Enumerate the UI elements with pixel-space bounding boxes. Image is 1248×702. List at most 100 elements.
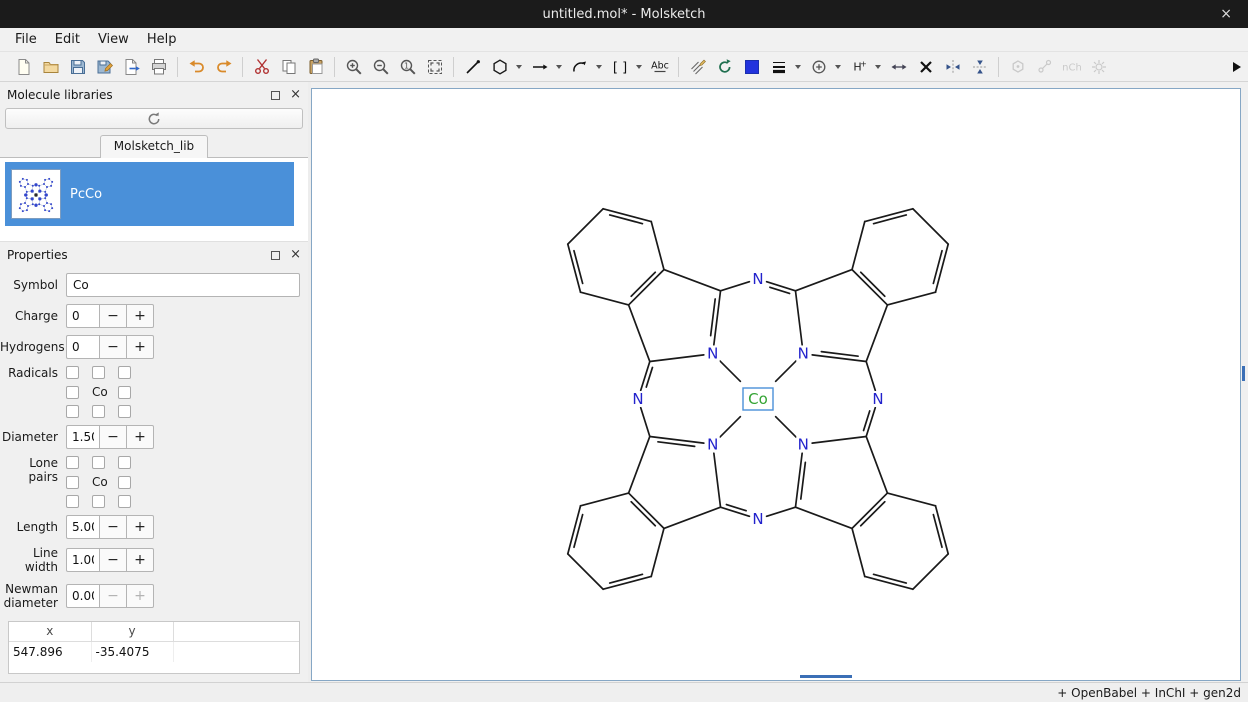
align-tool[interactable] bbox=[885, 54, 912, 80]
coordinate-x-cell[interactable]: 547.896 bbox=[9, 642, 91, 662]
line-width-tool[interactable] bbox=[765, 54, 792, 80]
lone-pair-checkbox[interactable] bbox=[66, 476, 79, 489]
nitrogen-atom-label[interactable]: N bbox=[707, 345, 718, 363]
newman-diameter-value-input[interactable] bbox=[66, 584, 100, 608]
nitrogen-atom-label[interactable]: N bbox=[872, 390, 883, 408]
menu-file[interactable]: File bbox=[6, 28, 46, 51]
charge-tool[interactable] bbox=[805, 54, 832, 80]
length-increment-button[interactable]: + bbox=[127, 515, 154, 539]
reaction-arrow-tool[interactable] bbox=[526, 54, 553, 80]
bond[interactable] bbox=[861, 272, 885, 296]
bond[interactable] bbox=[651, 528, 664, 576]
text-tool[interactable]: Abc bbox=[646, 54, 673, 80]
bond[interactable] bbox=[821, 352, 858, 357]
line-width-tool-dropdown[interactable] bbox=[792, 54, 803, 80]
lone-pair-checkbox[interactable] bbox=[66, 495, 79, 508]
bond[interactable] bbox=[887, 493, 935, 506]
charge-increment-button[interactable]: + bbox=[127, 304, 154, 328]
bond[interactable] bbox=[631, 272, 655, 296]
window-close-button[interactable]: × bbox=[1212, 0, 1240, 28]
menu-help[interactable]: Help bbox=[138, 28, 186, 51]
bond[interactable] bbox=[776, 361, 797, 382]
drawing-canvas[interactable]: NNNNNNNNCo bbox=[311, 88, 1241, 681]
export-button[interactable] bbox=[118, 54, 145, 80]
save-as-button[interactable] bbox=[91, 54, 118, 80]
bond[interactable] bbox=[641, 362, 650, 391]
bond[interactable] bbox=[581, 493, 629, 506]
hydrogen-tool[interactable]: H+ bbox=[845, 54, 872, 80]
lone-pair-checkbox[interactable] bbox=[92, 456, 105, 469]
bond[interactable] bbox=[629, 305, 650, 362]
bond[interactable] bbox=[767, 282, 796, 291]
line-width-decrement-button[interactable]: − bbox=[100, 548, 127, 572]
lone-pair-checkbox[interactable] bbox=[118, 476, 131, 489]
radical-checkbox[interactable] bbox=[92, 366, 105, 379]
radical-checkbox[interactable] bbox=[118, 405, 131, 418]
delete-tool[interactable] bbox=[912, 54, 939, 80]
bond[interactable] bbox=[629, 436, 650, 493]
diameter-increment-button[interactable]: + bbox=[127, 425, 154, 449]
lone-pair-checkbox[interactable] bbox=[66, 456, 79, 469]
hydrogens-decrement-button[interactable]: − bbox=[100, 335, 127, 359]
bond[interactable] bbox=[651, 222, 664, 270]
draw-tool[interactable] bbox=[459, 54, 486, 80]
bond[interactable] bbox=[721, 282, 750, 291]
bond[interactable] bbox=[629, 270, 664, 305]
bond[interactable] bbox=[933, 251, 942, 284]
lone-pair-checkbox[interactable] bbox=[118, 495, 131, 508]
length-decrement-button[interactable]: − bbox=[100, 515, 127, 539]
zoom-in-button[interactable] bbox=[340, 54, 367, 80]
bond[interactable] bbox=[658, 442, 695, 447]
bond[interactable] bbox=[629, 493, 664, 528]
bond[interactable] bbox=[866, 436, 887, 493]
zoom-fit-button[interactable] bbox=[421, 54, 448, 80]
flip-horizontal-tool[interactable] bbox=[939, 54, 966, 80]
bond[interactable] bbox=[913, 209, 948, 244]
nitrogen-atom-label[interactable]: N bbox=[632, 390, 643, 408]
nitrogen-atom-label[interactable]: N bbox=[798, 435, 809, 453]
bond[interactable] bbox=[714, 453, 721, 507]
print-button[interactable] bbox=[145, 54, 172, 80]
cut-button[interactable] bbox=[248, 54, 275, 80]
bond[interactable] bbox=[776, 417, 797, 438]
bond[interactable] bbox=[933, 515, 942, 548]
color-picker-button[interactable] bbox=[738, 54, 765, 80]
mechanism-arrow-tool[interactable] bbox=[566, 54, 593, 80]
library-panel-close-icon[interactable]: × bbox=[290, 90, 301, 100]
bond[interactable] bbox=[568, 554, 603, 589]
bond[interactable] bbox=[568, 209, 603, 244]
ring-tool-dropdown[interactable] bbox=[513, 54, 524, 80]
radical-checkbox[interactable] bbox=[118, 366, 131, 379]
bond[interactable] bbox=[866, 362, 875, 391]
length-value-input[interactable] bbox=[66, 515, 100, 539]
hydrogens-increment-button[interactable]: + bbox=[127, 335, 154, 359]
nitrogen-atom-label[interactable]: N bbox=[752, 510, 763, 528]
open-file-button[interactable] bbox=[37, 54, 64, 80]
undo-button[interactable] bbox=[183, 54, 210, 80]
lone-pair-checkbox[interactable] bbox=[92, 495, 105, 508]
bond[interactable] bbox=[887, 292, 935, 305]
bond[interactable] bbox=[610, 574, 643, 583]
library-item-pcco[interactable]: PcCo bbox=[5, 162, 294, 226]
rotate-tool[interactable] bbox=[711, 54, 738, 80]
nitrogen-atom-label[interactable]: N bbox=[707, 435, 718, 453]
bond[interactable] bbox=[711, 299, 716, 336]
ring-tool[interactable] bbox=[486, 54, 513, 80]
radical-checkbox[interactable] bbox=[92, 405, 105, 418]
bond[interactable] bbox=[767, 507, 796, 516]
line-width-value-input[interactable] bbox=[66, 548, 100, 572]
bond[interactable] bbox=[852, 270, 887, 305]
coordinates-row[interactable]: 547.896 -35.4075 bbox=[9, 642, 299, 662]
library-panel-float-icon[interactable] bbox=[271, 91, 280, 100]
bond[interactable] bbox=[721, 507, 750, 516]
bond[interactable] bbox=[574, 251, 583, 284]
zoom-out-button[interactable] bbox=[367, 54, 394, 80]
bond[interactable] bbox=[812, 436, 866, 443]
charge-value-input[interactable] bbox=[66, 304, 100, 328]
radical-checkbox[interactable] bbox=[66, 405, 79, 418]
reaction-arrow-tool-dropdown[interactable] bbox=[553, 54, 564, 80]
bond[interactable] bbox=[852, 493, 887, 528]
line-width-increment-button[interactable]: + bbox=[127, 548, 154, 572]
redo-button[interactable] bbox=[210, 54, 237, 80]
bond[interactable] bbox=[795, 507, 852, 528]
